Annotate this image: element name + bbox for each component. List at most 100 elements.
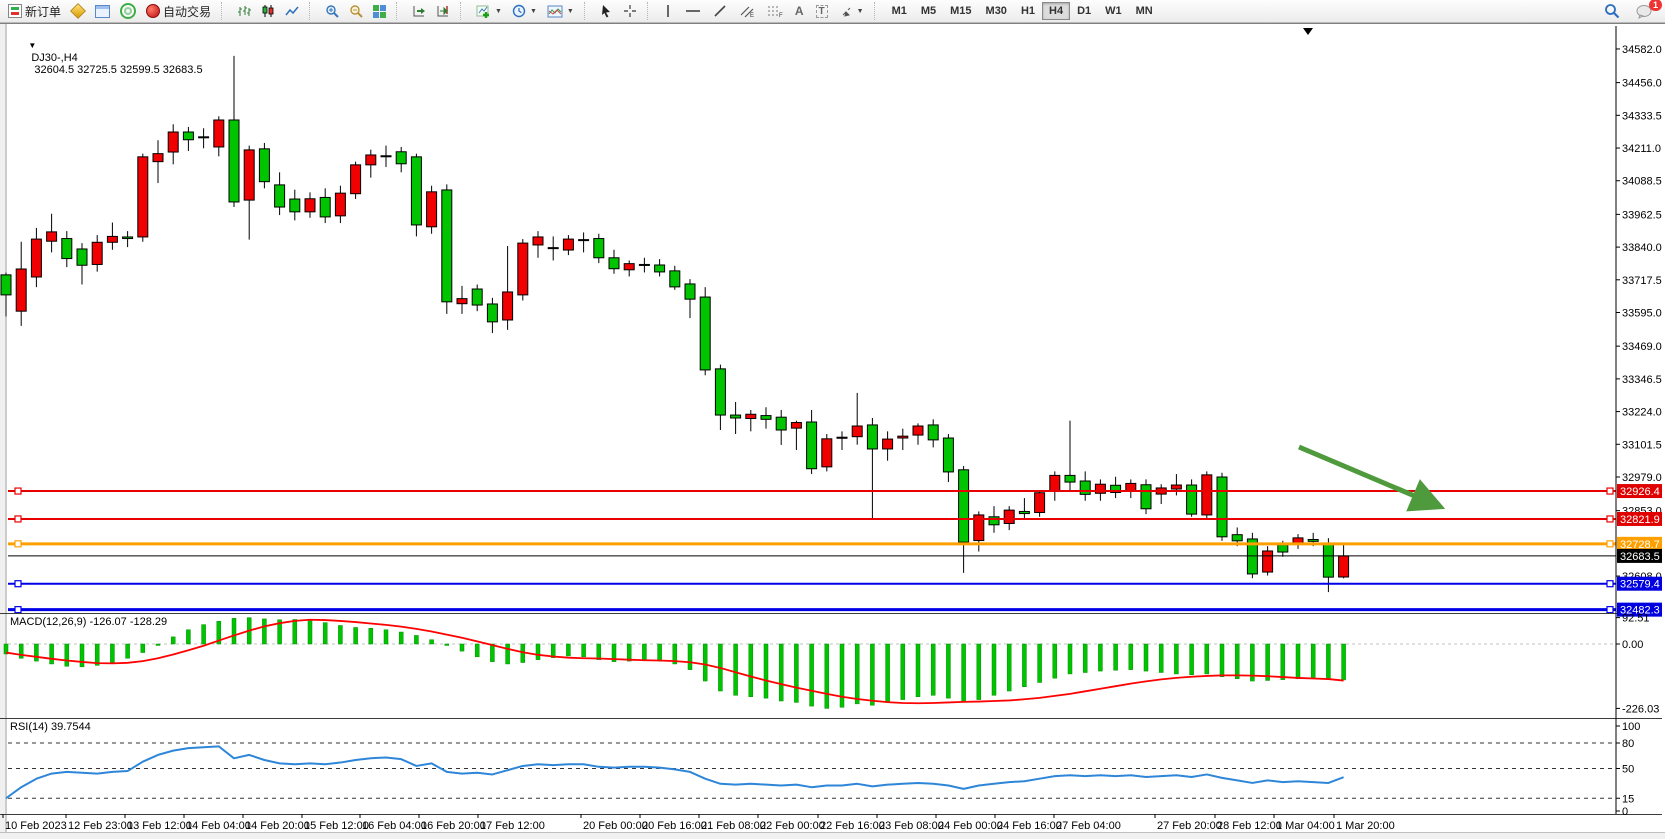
trendline-button[interactable] (708, 2, 732, 20)
price-tick: 33840.0 (1622, 242, 1662, 254)
data-window-icon (95, 5, 110, 18)
chart-area[interactable]: 34582.034456.034333.534211.034088.533962… (0, 23, 1665, 832)
candle-body (290, 199, 300, 212)
time-label: 21 Feb 08:00 (701, 820, 766, 832)
candle-body (396, 152, 406, 164)
timeframe-m15[interactable]: M15 (943, 2, 978, 20)
chat-button[interactable]: 1 (1631, 2, 1657, 20)
candle-body (837, 437, 847, 438)
macd-bar (34, 644, 38, 661)
macd-bar (475, 644, 479, 657)
periods-button[interactable]: ▼ (507, 2, 542, 20)
macd-signal-line (6, 620, 1344, 704)
market-watch-button[interactable] (66, 2, 90, 20)
equidistant-channel-icon: E (739, 4, 755, 18)
text-button[interactable]: A (790, 2, 809, 20)
line-handle[interactable] (1607, 488, 1613, 494)
timeframe-h1[interactable]: H1 (1014, 2, 1042, 20)
line-handle[interactable] (1607, 516, 1613, 522)
macd-axis-tick: -226.03 (1622, 703, 1659, 715)
timeframe-mn[interactable]: MN (1129, 2, 1160, 20)
macd-bar (536, 644, 540, 660)
arrows-button[interactable]: ▼ (835, 2, 869, 20)
crosshair-icon (623, 4, 637, 18)
navigator-button[interactable] (115, 2, 141, 20)
gold-icon (70, 3, 86, 19)
candle-body (533, 237, 543, 245)
zoom-in-button[interactable] (320, 2, 344, 20)
fibonacci-icon: F (767, 4, 783, 18)
price-chart-svg[interactable]: 34582.034456.034333.534211.034088.533962… (0, 24, 1665, 832)
line-handle[interactable] (1607, 607, 1613, 613)
timeframe-m1[interactable]: M1 (885, 2, 914, 20)
macd-bar (597, 644, 601, 660)
macd-bar (186, 630, 190, 644)
line-handle[interactable] (15, 541, 21, 547)
bar-chart-button[interactable] (232, 2, 256, 20)
auto-trading-button[interactable]: 自动交易 (141, 2, 216, 20)
candle-body (92, 242, 102, 264)
macd-bar (794, 644, 798, 702)
timeframe-m5[interactable]: M5 (914, 2, 943, 20)
macd-bar (734, 644, 738, 695)
timeframe-d1[interactable]: D1 (1070, 2, 1098, 20)
line-handle[interactable] (15, 607, 21, 613)
tile-windows-button[interactable] (368, 2, 391, 20)
line-handle[interactable] (1607, 581, 1613, 587)
timeframe-m30[interactable]: M30 (979, 2, 1014, 20)
line-handle[interactable] (15, 516, 21, 522)
candle-body (898, 436, 908, 438)
time-label: 14 Feb 04:00 (186, 820, 251, 832)
svg-text:F: F (779, 13, 783, 18)
candle-body (943, 438, 953, 472)
macd-bar (202, 625, 206, 644)
templates-button[interactable]: ▼ (542, 2, 579, 20)
time-label: 16 Feb 04:00 (362, 820, 427, 832)
macd-bar (506, 644, 510, 664)
trend-arrow[interactable] (1299, 447, 1436, 505)
text-label-button[interactable]: T (811, 2, 833, 20)
fibonacci-button[interactable]: F (762, 2, 788, 20)
data-window-button[interactable] (90, 2, 115, 20)
timeframe-w1[interactable]: W1 (1098, 2, 1129, 20)
macd-axis-tick: 0.00 (1622, 639, 1643, 651)
macd-bar (1129, 644, 1133, 670)
candle-body (746, 414, 756, 418)
candle-body (123, 237, 133, 239)
line-handle[interactable] (15, 581, 21, 587)
vertical-line-button[interactable] (658, 2, 678, 20)
crosshair-button[interactable] (618, 2, 642, 20)
text-label-icon: T (816, 5, 828, 18)
line-chart-button[interactable] (280, 2, 304, 20)
line-handle[interactable] (1607, 541, 1613, 547)
auto-scroll-button[interactable] (407, 2, 431, 20)
new-order-button[interactable]: 新订单 (3, 2, 66, 20)
line-handle[interactable] (15, 488, 21, 494)
chart-symbol-period: DJ30-,H4 (31, 52, 77, 64)
rsi-line (6, 746, 1344, 798)
candle-body (351, 165, 361, 194)
cursor-button[interactable] (595, 2, 618, 20)
timeframe-h4[interactable]: H4 (1042, 2, 1070, 20)
search-button[interactable] (1599, 2, 1625, 20)
time-label: 17 Feb 12:00 (480, 820, 545, 832)
candle-body (487, 304, 497, 322)
macd-bar (308, 620, 312, 644)
chart-shift-marker[interactable] (1303, 28, 1313, 35)
zoom-out-button[interactable] (344, 2, 368, 20)
symbol-dropdown-icon[interactable]: ▼ (28, 41, 36, 50)
macd-bar (566, 644, 570, 656)
candle-body (563, 239, 573, 250)
chart-shift-button[interactable] (431, 2, 455, 20)
price-tag-value: 32579.4 (1620, 579, 1660, 591)
indicators-button[interactable]: ▼ (471, 2, 507, 20)
equidistant-channel-button[interactable]: E (734, 2, 760, 20)
candle-body (229, 120, 239, 202)
time-label: 24 Feb 16:00 (997, 820, 1062, 832)
candlestick-chart-button[interactable] (256, 2, 280, 20)
horizontal-line-button[interactable] (680, 2, 706, 20)
macd-bar (627, 644, 631, 661)
candle-body (1278, 545, 1288, 552)
candle-body (214, 120, 224, 147)
candle-body (1004, 510, 1014, 523)
